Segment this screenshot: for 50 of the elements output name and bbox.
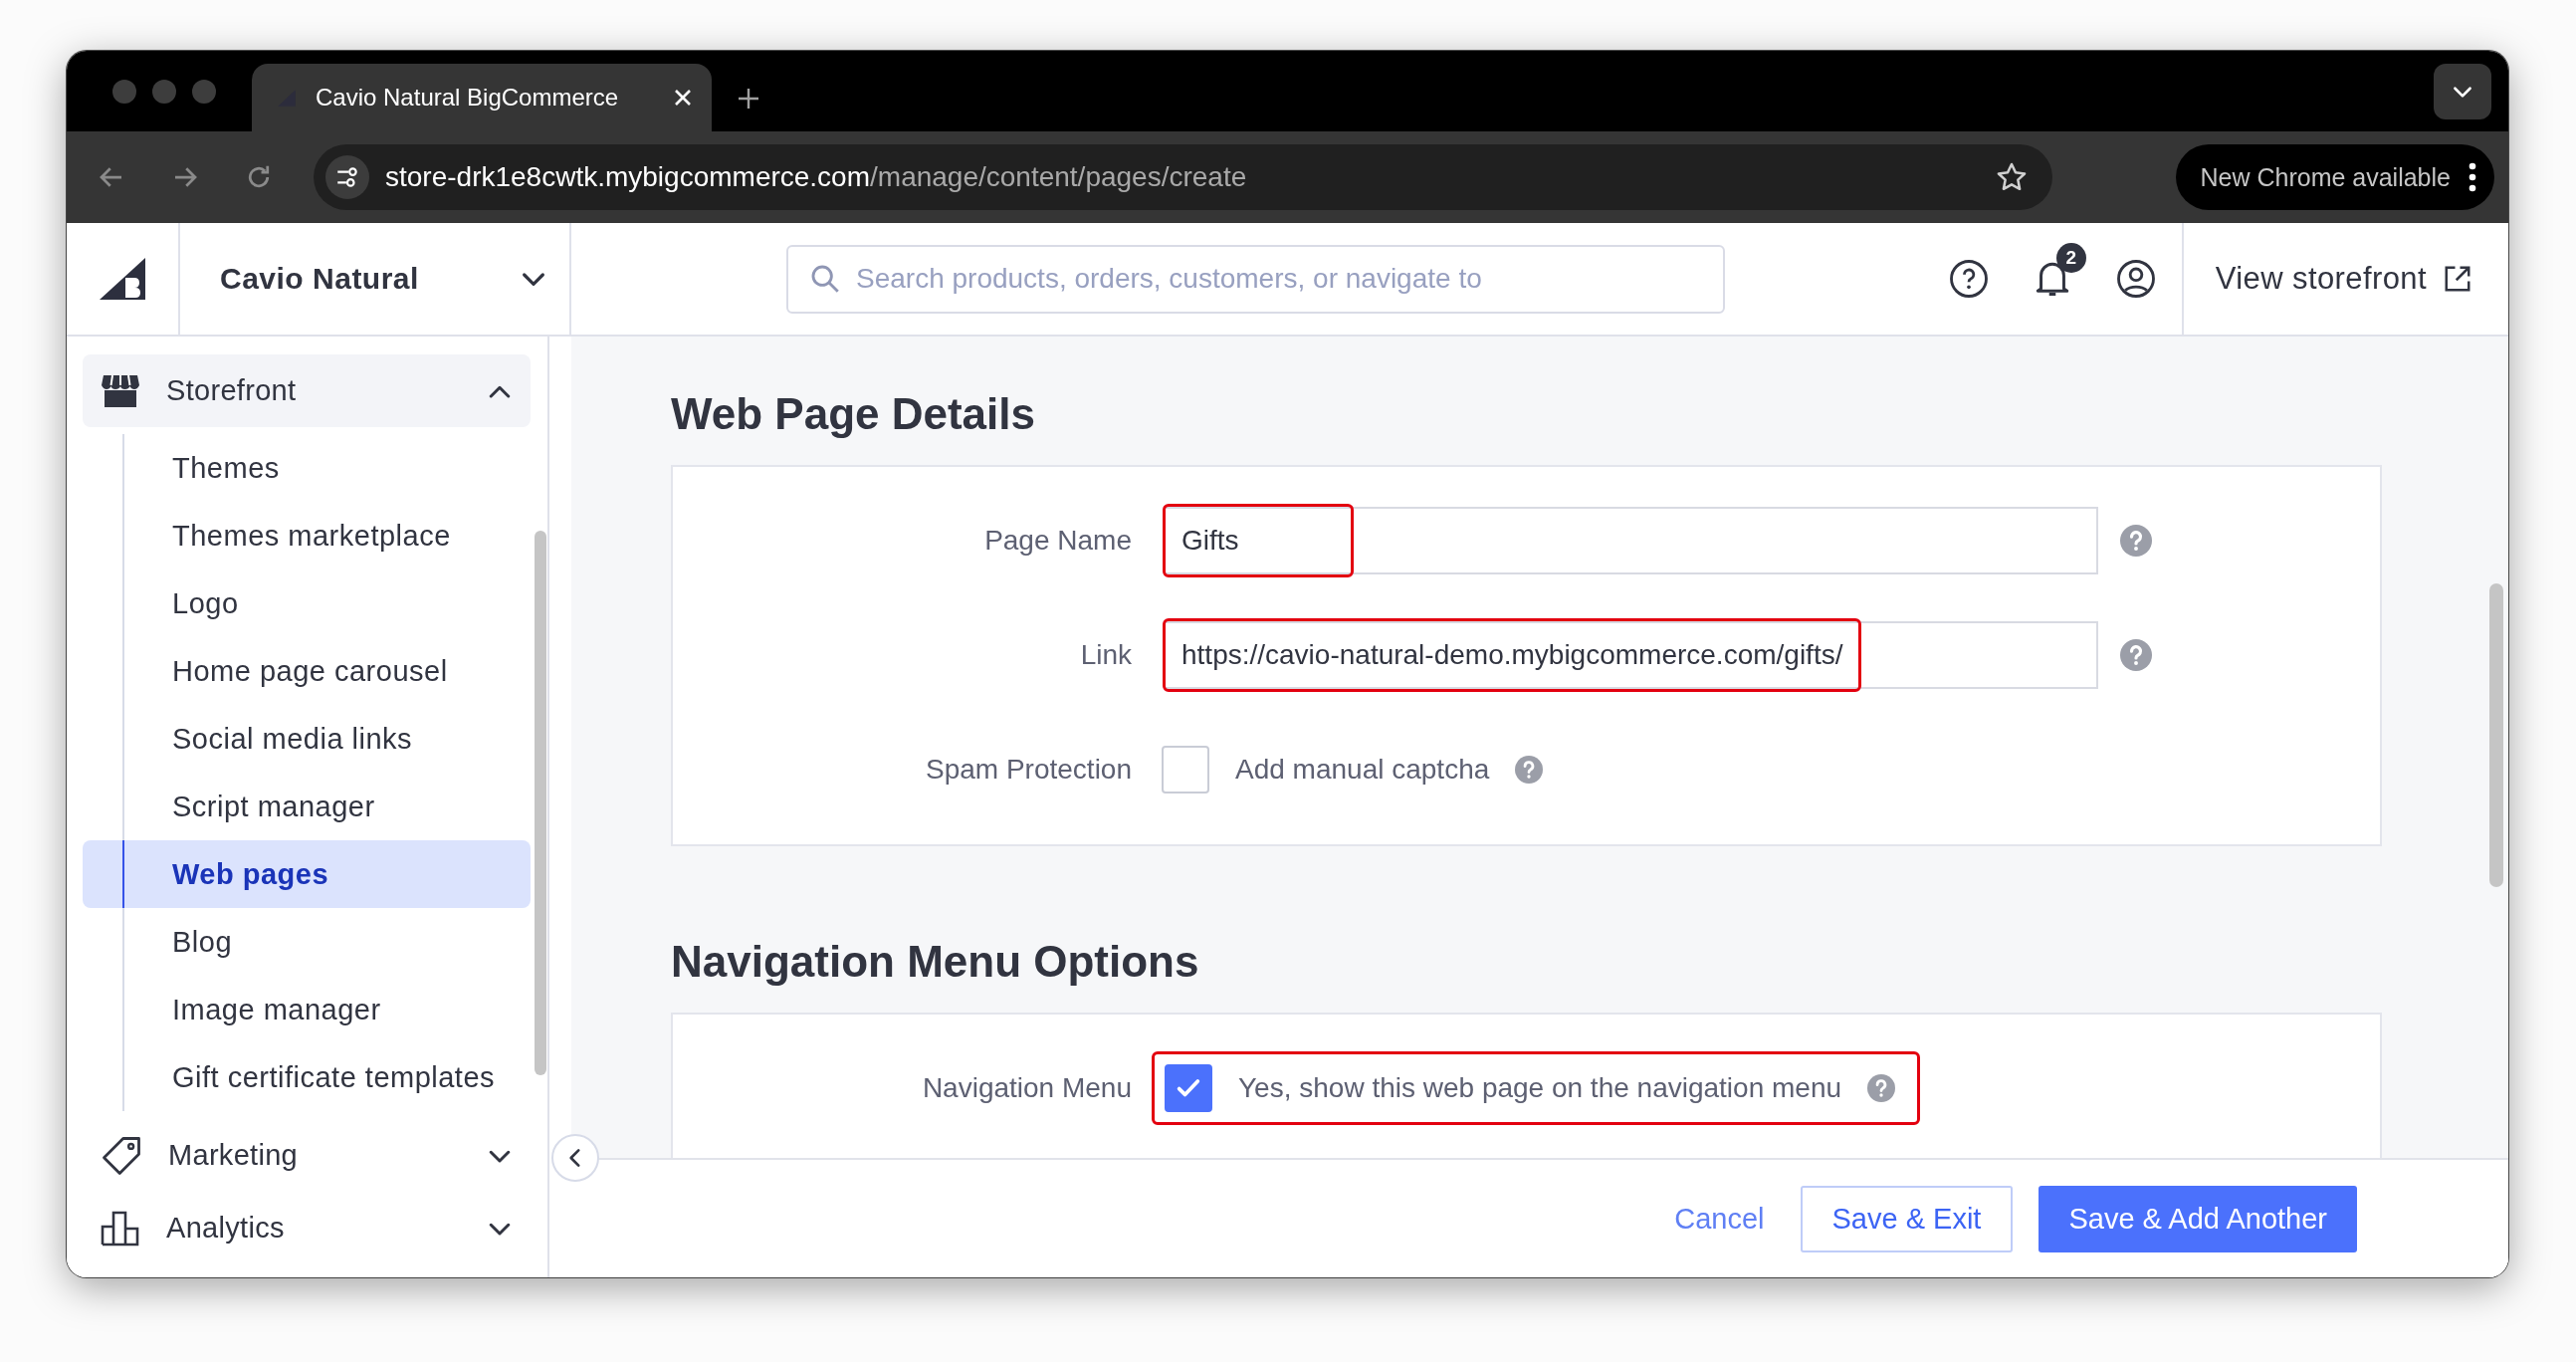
cancel-link[interactable]: Cancel	[1664, 1185, 1775, 1252]
nav-item[interactable]: Script manager	[83, 773, 531, 840]
nav-item[interactable]: Gift certificate templates	[83, 1043, 531, 1111]
highlighted-value: Gifts	[1163, 504, 1354, 577]
input-field[interactable]: https://cavio-natural-demo.mybigcommerce.com/gifts/	[1164, 621, 2098, 689]
tag-icon	[101, 1134, 142, 1177]
checkbox[interactable]	[1162, 746, 1209, 794]
new-tab-icon[interactable]	[738, 88, 759, 110]
scrollbar-thumb[interactable]	[2489, 583, 2503, 887]
checkbox[interactable]	[1165, 1064, 1212, 1112]
nav-section[interactable]: Analytics	[83, 1192, 531, 1264]
checkbox-label: Add manual captcha	[1235, 754, 1490, 786]
bar-chart-icon	[101, 1210, 140, 1247]
more-icon[interactable]	[2469, 162, 2476, 192]
notification-badge: 2	[2055, 243, 2086, 273]
nav-item[interactable]: Themes	[83, 434, 531, 502]
action-button[interactable]: Save & Exit	[1800, 1185, 2014, 1252]
checkbox-label: Yes, show this web page on the navigation menu	[1238, 1072, 1842, 1104]
close-icon[interactable]	[674, 89, 692, 107]
input-field[interactable]: Gifts	[1164, 507, 2098, 574]
nav-item[interactable]: Blog	[83, 908, 531, 976]
action-button[interactable]: Save & Add Another	[2039, 1185, 2357, 1252]
storefront-icon	[101, 372, 140, 409]
section-title: Navigation Menu Options	[671, 936, 1200, 988]
nav-section[interactable]: Marketing	[83, 1119, 531, 1192]
highlighted-value: https://cavio-natural-demo.mybigcommerce.com/gifts/	[1163, 618, 1862, 692]
field-label: Link	[1079, 639, 1133, 671]
nav-item[interactable]: Web pages	[83, 840, 531, 908]
nav-item[interactable]: Image manager	[83, 976, 531, 1043]
nav-item[interactable]: Home page carousel	[83, 637, 531, 705]
view-storefront-link[interactable]: View storefront	[2181, 223, 2508, 335]
address-bar[interactable]: store-drk1e8cwtk.mybigcommerce.com/manage/content/pages/create	[314, 144, 2052, 210]
store-selector[interactable]: Cavio Natural	[180, 223, 571, 335]
nav-item[interactable]: Social media links	[83, 705, 531, 773]
scrollbar-thumb[interactable]	[535, 531, 546, 1075]
help-icon[interactable]	[1948, 259, 1989, 299]
field-label: Spam Protection	[925, 754, 1133, 786]
tab-search-button[interactable]	[2434, 64, 2491, 119]
section-title: Web Page Details	[671, 388, 1036, 440]
field-label: Navigation Menu	[921, 1072, 1133, 1104]
update-button[interactable]: New Chrome available	[2176, 144, 2494, 210]
site-settings-icon[interactable]	[325, 155, 369, 199]
nav-item[interactable]: Themes marketplace	[83, 502, 531, 569]
logo-icon	[98, 256, 147, 302]
nav-item[interactable]: Logo	[83, 569, 531, 637]
nav-section[interactable]: Storefront	[83, 354, 531, 427]
external-link-icon	[2443, 264, 2472, 294]
browser-tab[interactable]: Cavio Natural BigCommerce	[252, 64, 712, 131]
account-icon[interactable]	[2115, 259, 2156, 299]
field-label: Page Name	[983, 525, 1133, 557]
